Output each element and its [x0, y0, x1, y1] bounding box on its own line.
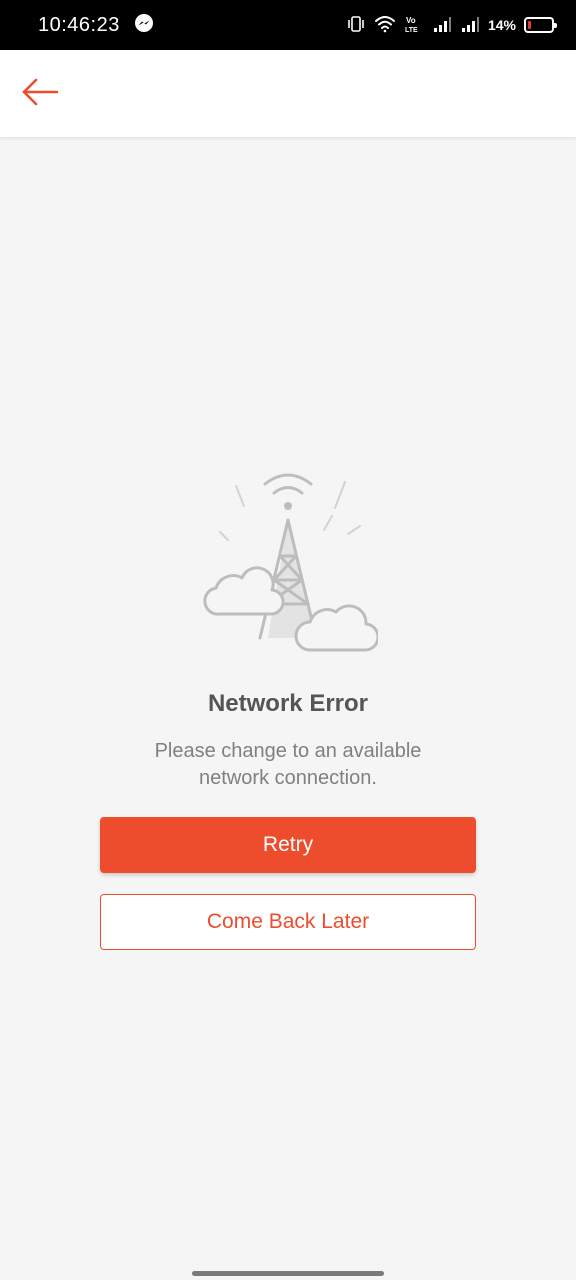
- signal-icon: [460, 14, 480, 37]
- signal-icon: [432, 14, 452, 37]
- retry-button[interactable]: Retry: [100, 817, 476, 873]
- wifi-icon: [374, 14, 396, 37]
- svg-text:Vo: Vo: [406, 16, 416, 25]
- volte-icon: Vo LTE: [404, 14, 424, 37]
- app-bar: [0, 50, 576, 138]
- network-tower-icon: [198, 468, 380, 658]
- battery-percent: 14%: [487, 17, 516, 33]
- messenger-icon: [134, 13, 154, 38]
- come-back-later-button[interactable]: Come Back Later: [100, 894, 476, 950]
- status-left: 10:46:23: [38, 13, 154, 38]
- battery-level: [528, 21, 532, 29]
- svg-text:LTE: LTE: [405, 27, 418, 34]
- status-bar: 10:46:23 Vo LTE 14%: [0, 0, 576, 50]
- error-message: Please change to an available network co…: [154, 740, 422, 789]
- back-button[interactable]: [18, 76, 62, 112]
- vibrate-icon: [346, 14, 366, 37]
- error-title: Network Error: [207, 690, 369, 717]
- status-time: 10:46:23: [38, 13, 120, 36]
- error-content: Network Error Please change to an availa…: [0, 138, 576, 1280]
- status-right: Vo LTE 14%: [346, 14, 557, 37]
- arrow-left-icon: [21, 77, 59, 112]
- home-indicator[interactable]: [192, 1271, 384, 1276]
- battery-icon: [524, 17, 557, 33]
